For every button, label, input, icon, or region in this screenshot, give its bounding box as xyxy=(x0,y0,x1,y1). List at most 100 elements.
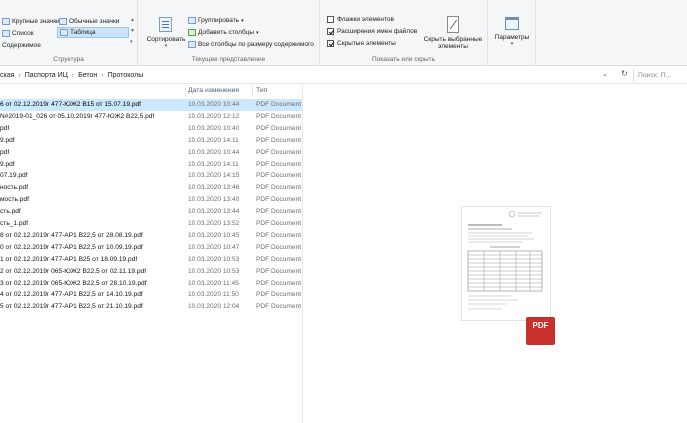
table-row[interactable]: 5 от 02.12.2019г 477-АР1 В22,5 от 21.10.… xyxy=(0,301,302,313)
breadcrumb[interactable]: ская › Паспорта ИЦ › Бетон › Протоколы xyxy=(0,69,598,82)
file-extensions-checkbox[interactable] xyxy=(327,28,334,35)
table-icon xyxy=(60,29,68,36)
table-row[interactable]: 0 от 02.12.2019г 477-АР1 В22,5 от 10.09.… xyxy=(0,242,302,254)
table-row[interactable]: 9.pdf 10.03.2020 14:11 PDF Document xyxy=(0,159,302,171)
file-date-cell: 10.03.2020 11:45 xyxy=(188,279,239,287)
hidden-items-checkbox[interactable] xyxy=(327,40,334,47)
file-name-cell: pdf xyxy=(0,124,10,132)
breadcrumb-item[interactable]: ская xyxy=(0,72,14,79)
file-type-cell: PDF Document xyxy=(256,231,302,239)
file-extensions-label: Расширения имен файлов xyxy=(337,28,418,35)
file-date-cell: 10.03.2020 13:52 xyxy=(188,220,240,227)
file-date-cell: 10.03.2020 13:46 xyxy=(188,184,240,192)
breadcrumb-separator-icon[interactable]: › xyxy=(72,72,74,79)
table-row[interactable]: мость.pdf 10.03.2020 13:40 PDF Document xyxy=(0,194,302,206)
column-divider[interactable] xyxy=(252,86,253,97)
list-icon xyxy=(2,30,10,37)
breadcrumb-separator-icon[interactable]: › xyxy=(101,72,103,79)
large-icons-option[interactable]: Крупные значки xyxy=(2,18,60,25)
content-label: Содержимое xyxy=(2,42,41,49)
address-history-chevron-icon[interactable]: ⌄ xyxy=(602,70,608,78)
file-date-cell: 10.03.2020 11:50 xyxy=(188,291,239,299)
refresh-icon[interactable]: ↻ xyxy=(621,69,628,78)
show-hide-group: Флажки элементов Расширения имен файлов … xyxy=(320,0,488,66)
table-row[interactable]: сть_1.pdf 10.03.2020 13:52 PDF Document xyxy=(0,218,302,230)
table-row[interactable]: 1 от 02.12.2019г 477-АР1 В25 от 18.09.19… xyxy=(0,254,302,266)
file-type-cell: PDF Document xyxy=(256,208,302,216)
file-date-cell: 10.03.2020 10:53 xyxy=(188,255,240,263)
breadcrumb-item[interactable]: Протоколы xyxy=(108,72,144,79)
file-date-cell: 10.03.2020 10:47 xyxy=(188,243,240,251)
content-option[interactable]: Содержимое xyxy=(2,42,41,49)
table-row[interactable]: 2 от 02.12.2019г 065-ЮЖ2 В22,5 от 02.11.… xyxy=(0,266,302,278)
sort-label: Сортировать xyxy=(146,36,186,43)
item-checkboxes-checkbox[interactable] xyxy=(327,16,334,23)
hide-selected-icon xyxy=(446,16,460,34)
file-type-cell: PDF Document xyxy=(256,243,302,251)
hidden-items-label: Скрытые элементы xyxy=(337,40,396,47)
table-row[interactable]: ность.pdf 10.03.2020 13:46 PDF Document xyxy=(0,182,302,194)
table-row[interactable]: 4 от 02.12.2019г 477-АР1 В22,5 от 14.10.… xyxy=(0,289,302,301)
group-by-button[interactable]: Группировать ▾ xyxy=(188,17,244,24)
item-checkboxes-toggle[interactable]: Флажки элементов xyxy=(327,16,394,23)
file-name-cell: 6 от 02.12.2019г 477-ЮЖ2 В15 от 15.07.19… xyxy=(0,101,142,108)
file-extensions-toggle[interactable]: Расширения имен файлов xyxy=(327,28,417,35)
file-type-cell: PDF Document xyxy=(256,291,302,299)
table-row[interactable]: pdf 10.03.2020 10:44 PDF Document xyxy=(0,147,302,159)
hidden-items-toggle[interactable]: Скрытые элементы xyxy=(327,40,396,47)
breadcrumb-item[interactable]: Паспорта ИЦ xyxy=(25,72,68,79)
hide-selected-label: Скрыть выбранные xyxy=(423,36,483,43)
file-date-cell: 10.03.2020 10:44 xyxy=(188,148,240,156)
add-columns-button[interactable]: Добавить столбцы ▾ xyxy=(188,29,259,36)
sort-button[interactable]: Сортировать ▾ xyxy=(146,16,186,49)
file-name-cell: сть_1.pdf xyxy=(0,220,29,227)
file-name-cell: 5 от 02.12.2019г 477-АР1 В22,5 от 21.10.… xyxy=(0,303,143,311)
file-type-cell: PDF Document xyxy=(256,184,302,192)
file-date-cell: 10.03.2020 10:45 xyxy=(188,231,240,239)
current-view-group: Сортировать ▾ Группировать ▾ Добавить ст… xyxy=(138,0,320,66)
table-row[interactable]: N#2019-01_026 от 05.10.2019г 477-ЮЖ2 В22… xyxy=(0,111,302,123)
breadcrumb-item[interactable]: Бетон xyxy=(78,72,97,79)
file-type-cell: PDF Document xyxy=(256,255,302,263)
layout-group-label: Структура xyxy=(53,56,84,63)
fit-columns-button[interactable]: Все столбцы по размеру содержимого xyxy=(188,41,314,48)
search-input[interactable]: Поиск: П... xyxy=(633,69,687,82)
layout-scroll-up-icon[interactable]: ▲ xyxy=(130,17,135,23)
file-name-cell: 0 от 02.12.2019г 477-АР1 В22,5 от 10.09.… xyxy=(0,243,143,251)
table-row[interactable]: сть.pdf 10.03.2020 13:44 PDF Document xyxy=(0,206,302,218)
file-name-cell: N#2019-01_026 от 05.10.2019г 477-ЮЖ2 В22… xyxy=(0,112,155,120)
table-row[interactable]: 3 от 02.12.2019г 065-ЮЖ2 В22,5 от 28.10.… xyxy=(0,278,302,290)
layout-group: Крупные значки Обычные значки Список Таб… xyxy=(0,0,138,66)
file-name-cell: 3 от 02.12.2019г 065-ЮЖ2 В22,5 от 28.10.… xyxy=(0,279,147,287)
table-option[interactable]: Таблица xyxy=(57,27,129,38)
options-button[interactable]: Параметры ▾ xyxy=(492,16,532,47)
column-header-date[interactable]: Дата изменения xyxy=(188,87,239,94)
table-row[interactable]: 9.pdf 10.03.2020 14:11 PDF Document xyxy=(0,135,302,147)
medium-icons-icon xyxy=(59,18,67,25)
layout-more-icon[interactable]: ▾ xyxy=(130,39,133,45)
file-name-cell: 9.pdf xyxy=(0,136,15,144)
file-name-cell: сть.pdf xyxy=(0,208,21,216)
search-placeholder: Поиск: П... xyxy=(638,72,672,79)
list-label: Список xyxy=(12,30,34,37)
breadcrumb-separator-icon[interactable]: › xyxy=(18,72,20,79)
table-row[interactable]: pdf 10.03.2020 10:40 PDF Document xyxy=(0,123,302,135)
column-header-type[interactable]: Тип xyxy=(256,87,267,94)
layout-scroll-down-icon[interactable]: ▼ xyxy=(130,28,135,34)
medium-icons-option[interactable]: Обычные значки xyxy=(59,18,119,25)
file-type-cell: PDF Document xyxy=(256,112,302,120)
table-row[interactable]: 6 от 02.12.2019г 477-ЮЖ2 В15 от 15.07.19… xyxy=(0,99,302,111)
fit-columns-label: Все столбцы по размеру содержимого xyxy=(198,41,314,48)
table-row[interactable]: 07.19.pdf 10.03.2020 14:15 PDF Document xyxy=(0,170,302,182)
list-option[interactable]: Список xyxy=(2,30,34,37)
group-by-label: Группировать xyxy=(198,17,240,24)
file-date-cell: 10.03.2020 10:53 xyxy=(188,267,240,275)
table-row[interactable]: 8 от 02.12.2019г 477-АР1 В22,5 от 28.08.… xyxy=(0,230,302,242)
document-thumbnail xyxy=(461,206,551,321)
hide-selected-button[interactable]: Скрыть выбранные элементы xyxy=(420,16,486,50)
file-date-cell: 10.03.2020 10:40 xyxy=(188,124,240,132)
column-divider[interactable] xyxy=(185,86,186,97)
add-columns-icon xyxy=(188,29,196,36)
options-icon xyxy=(504,16,520,32)
file-type-cell: PDF Document xyxy=(256,124,302,132)
